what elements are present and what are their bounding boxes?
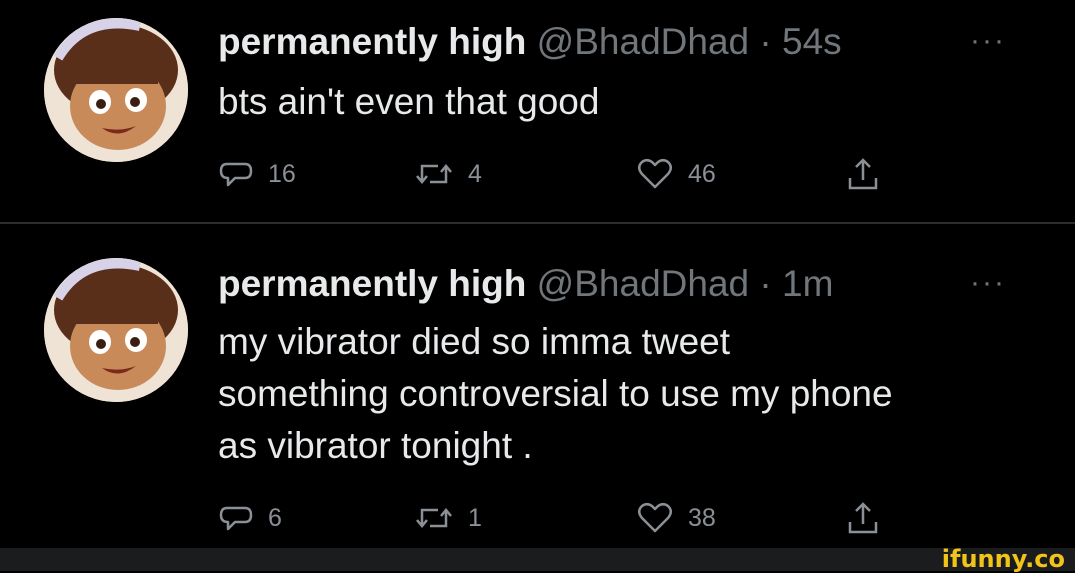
timestamp[interactable]: 1m [782,263,833,304]
tweet-header: permanently high @BhadDhad · 54s [218,20,842,64]
speech-bubble-icon [219,506,253,531]
tweet-divider [0,222,1075,224]
timestamp[interactable]: 54s [782,21,842,62]
tweet-text: bts ain't even that good [218,76,1038,128]
tweet-text-line: something controversial to use my phone [218,373,893,414]
tweet-text: my vibrator died so imma tweet something… [218,316,1038,472]
retweet-arrows-icon [416,508,452,528]
action-bar: 6 1 38 [218,498,938,538]
tweet[interactable]: permanently high @BhadDhad · 1m ··· my v… [0,226,1075,548]
speech-bubble-icon [219,162,253,187]
retweet-count: 1 [468,503,482,532]
ifunny-watermark: ifunny.co [941,545,1065,573]
retweet-button[interactable]: 4 [414,154,482,194]
reply-count: 6 [268,503,282,532]
display-name[interactable]: permanently high [218,263,526,304]
action-bar: 16 4 46 [218,154,938,194]
avatar-image [44,258,188,402]
tweet-header: permanently high @BhadDhad · 1m [218,262,833,306]
like-button[interactable]: 38 [636,498,716,538]
avatar[interactable] [44,258,188,402]
share-upload-icon [848,502,878,534]
retweet-button[interactable]: 1 [414,498,482,538]
reply-button[interactable]: 6 [218,498,282,538]
more-dots-icon[interactable]: ··· [970,268,1006,298]
like-count: 46 [688,159,716,188]
like-button[interactable]: 46 [636,154,716,194]
like-count: 38 [688,503,716,532]
tweet-text-line: bts ain't even that good [218,81,600,122]
tweet[interactable]: permanently high @BhadDhad · 54s ··· bts… [0,0,1075,220]
separator-dot: · [759,21,772,62]
more-dots-icon[interactable]: ··· [970,26,1006,56]
user-handle[interactable]: @BhadDhad [537,21,749,62]
watermark-bar: ifunny.co [0,545,1075,573]
heart-icon [638,159,672,189]
avatar-image [44,18,188,162]
tweet-text-line: as vibrator tonight . [218,425,533,466]
separator-dot: · [759,263,772,304]
reply-button[interactable]: 16 [218,154,296,194]
display-name[interactable]: permanently high [218,21,526,62]
retweet-arrows-icon [416,164,452,184]
avatar[interactable] [44,18,188,162]
share-upload-icon [848,158,878,190]
user-handle[interactable]: @BhadDhad [537,263,749,304]
reply-count: 16 [268,159,296,188]
retweet-count: 4 [468,159,482,188]
tweet-text-line: my vibrator died so imma tweet [218,321,731,362]
share-button[interactable] [846,498,880,538]
share-button[interactable] [846,154,880,194]
heart-icon [638,503,672,533]
